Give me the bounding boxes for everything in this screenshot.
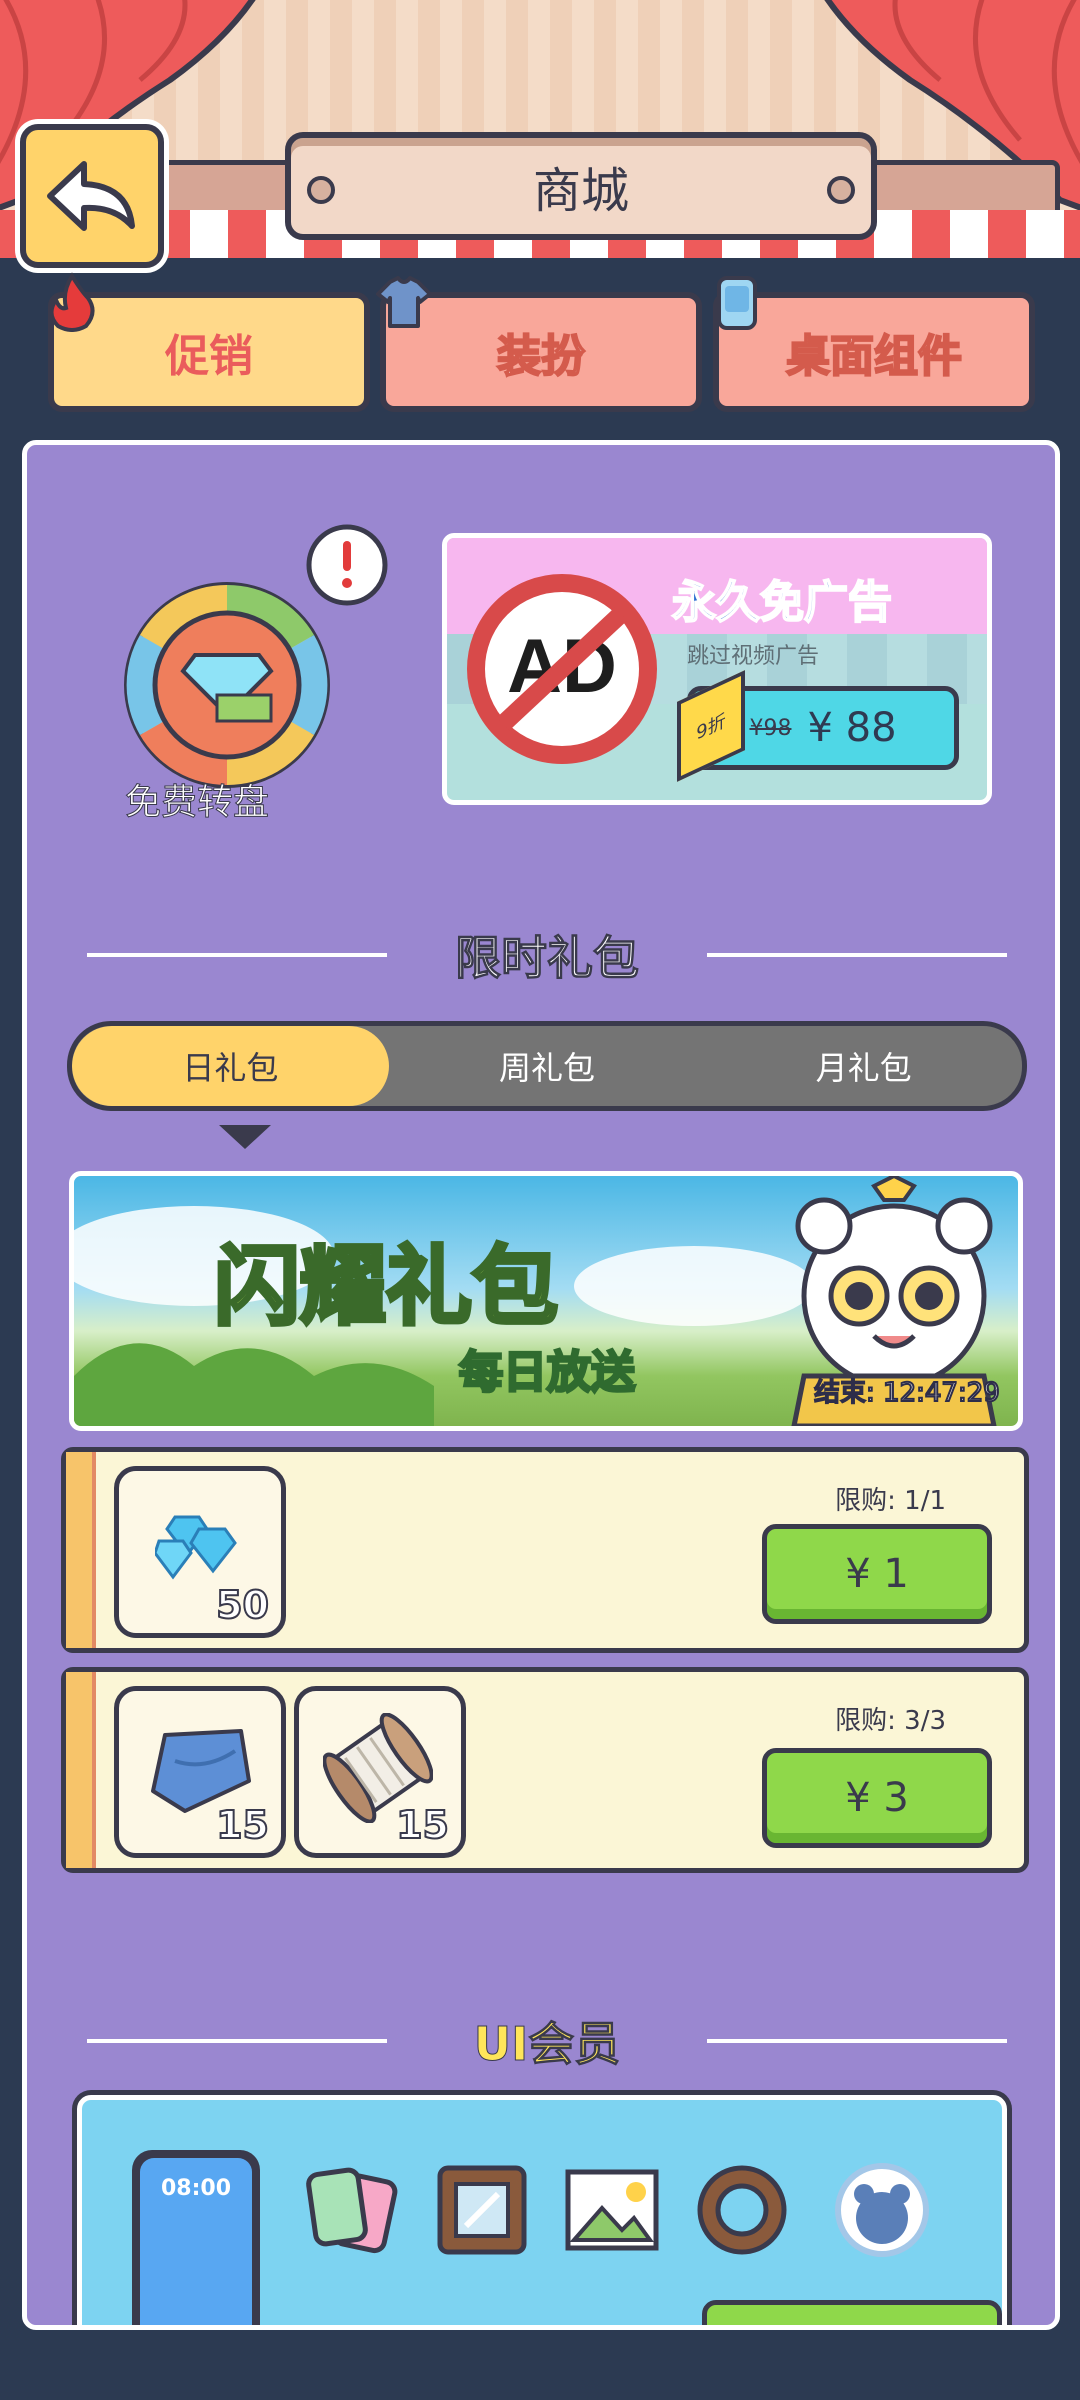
remove-ads-subtitle: 跳过视频广告 (687, 644, 820, 669)
phone-widget-icon (717, 276, 757, 330)
fire-icon (49, 272, 95, 332)
pack-row-accent (66, 1672, 96, 1868)
avatar-frame-icon (835, 2163, 929, 2257)
pack-period-tabs: 日礼包 周礼包 月礼包 (67, 1021, 1027, 1111)
tab-desktop-widget-label: 桌面组件 (785, 330, 963, 383)
tab-pointer-icon (219, 1125, 271, 1149)
phone-screen: 08:00 (140, 2158, 252, 2325)
new-price: ¥ 88 (807, 705, 897, 751)
tab-promo-label: 促销 (165, 331, 253, 382)
tab-promo[interactable]: 促销 (48, 272, 370, 412)
shop-panel: 免费转盘 AD 永久免广告 跳过视频广告 ¥98 ¥ 88 9折 限时礼包 日礼… (22, 440, 1060, 2330)
tab-dress-up-label: 装扮 (496, 330, 586, 383)
sign-pin-right (827, 176, 855, 204)
old-price: ¥98 (749, 715, 792, 741)
limited-section-header: 限时礼包 (87, 925, 1007, 986)
vip-section-title: UI会员 (473, 2017, 621, 2072)
shine-pack-banner: 闪耀礼包 每日放送 结束: 12:47:29 (69, 1171, 1023, 1431)
cards-icon (306, 2167, 398, 2254)
banner-subtitle: 每日放送 (458, 1346, 637, 1400)
remove-ads-title: 永久免广告 (671, 576, 893, 629)
divider-right (707, 2039, 1007, 2043)
frame-icon (437, 2165, 527, 2255)
no-ad-icon: AD (467, 574, 657, 764)
phone-time: 08:00 (160, 2176, 232, 2201)
buy-pack-1-button[interactable]: ¥ 1 (762, 1524, 992, 1624)
divider-right (707, 953, 1007, 957)
vip-phone-preview: 08:00 (132, 2150, 260, 2325)
pack-item-thread[interactable]: 15 (294, 1686, 466, 1858)
purchase-limit: 限购: 1/1 (835, 1486, 946, 1516)
back-arrow-icon (47, 161, 135, 231)
back-button[interactable] (20, 124, 164, 268)
pack-item-cloth[interactable]: 15 (114, 1686, 286, 1858)
sign-pin-left (307, 176, 335, 204)
purchase-limit: 限购: 3/3 (835, 1706, 946, 1736)
divider-left (87, 2039, 387, 2043)
tab-dress-up[interactable]: 装扮 (376, 276, 702, 412)
item-count: 50 (215, 1582, 270, 1628)
buy-pack-2-button[interactable]: ¥ 3 (762, 1748, 992, 1848)
vip-card[interactable]: 08:00 (77, 2095, 1007, 2325)
ring-frame-icon (697, 2165, 787, 2255)
remove-ads-card[interactable]: AD 永久免广告 跳过视频广告 ¥98 ¥ 88 9折 (442, 533, 992, 805)
shirt-icon (376, 276, 432, 328)
item-count: 15 (215, 1802, 270, 1848)
pack-row-accent (66, 1452, 96, 1648)
banner-title: 闪耀礼包 (212, 1235, 560, 1339)
vip-section-header: UI会员 (87, 2011, 1007, 2072)
limited-section-title: 限时礼包 (455, 931, 640, 986)
vip-buy-button[interactable] (702, 2300, 1002, 2325)
pack-row-2: 15 15 限购: 3/3 ¥ 3 (61, 1667, 1029, 1873)
tab-daily-pack[interactable]: 日礼包 (72, 1026, 389, 1106)
wheel-icon (124, 524, 388, 788)
picture-icon (565, 2169, 659, 2251)
tab-monthly-pack[interactable]: 月礼包 (705, 1026, 1022, 1106)
page-title: 商城 (532, 163, 629, 219)
divider-left (87, 953, 387, 957)
tab-desktop-widget[interactable]: 桌面组件 (713, 276, 1035, 412)
pack-row-1: 50 限购: 1/1 ¥ 1 (61, 1447, 1029, 1653)
item-count: 15 (395, 1802, 450, 1848)
pack-item-diamond[interactable]: 50 (114, 1466, 286, 1638)
banner-timer: 结束: 12:47:29 (813, 1377, 1001, 1409)
free-wheel-label: 免费转盘 (124, 782, 269, 824)
diamond-icon (155, 1515, 237, 1580)
tab-weekly-pack[interactable]: 周礼包 (389, 1026, 706, 1106)
page-title-sign: 商城 (285, 132, 877, 240)
